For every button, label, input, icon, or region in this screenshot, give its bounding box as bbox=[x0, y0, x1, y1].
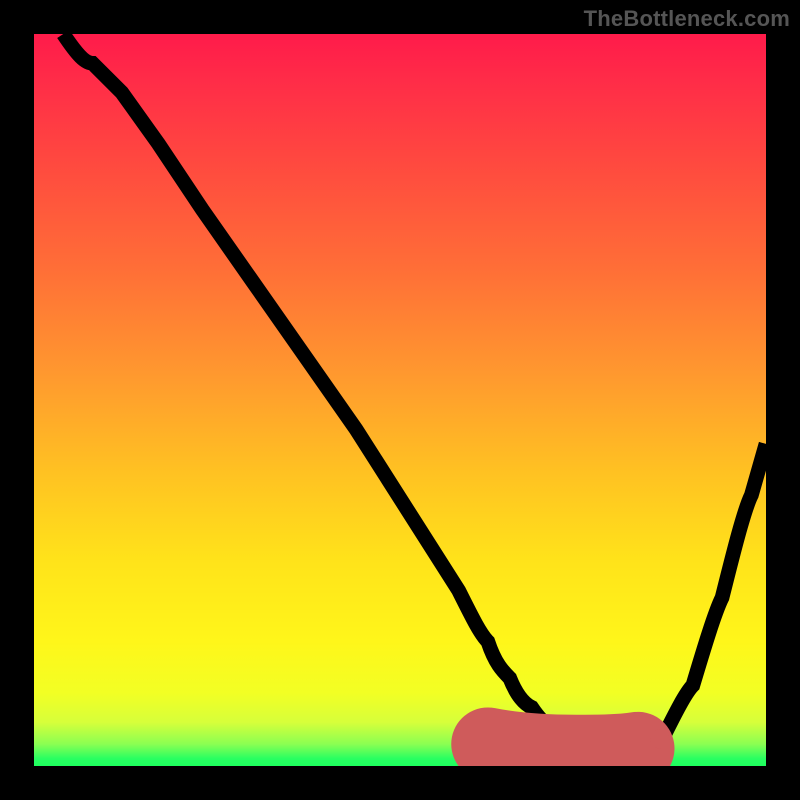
optimal-range-end-dot bbox=[650, 729, 669, 748]
chart-svg bbox=[34, 34, 766, 766]
optimal-range-highlight bbox=[488, 744, 638, 751]
plot-area bbox=[34, 34, 766, 766]
bottleneck-curve bbox=[63, 34, 766, 751]
watermark-text: TheBottleneck.com bbox=[584, 6, 790, 32]
chart-frame: TheBottleneck.com bbox=[0, 0, 800, 800]
